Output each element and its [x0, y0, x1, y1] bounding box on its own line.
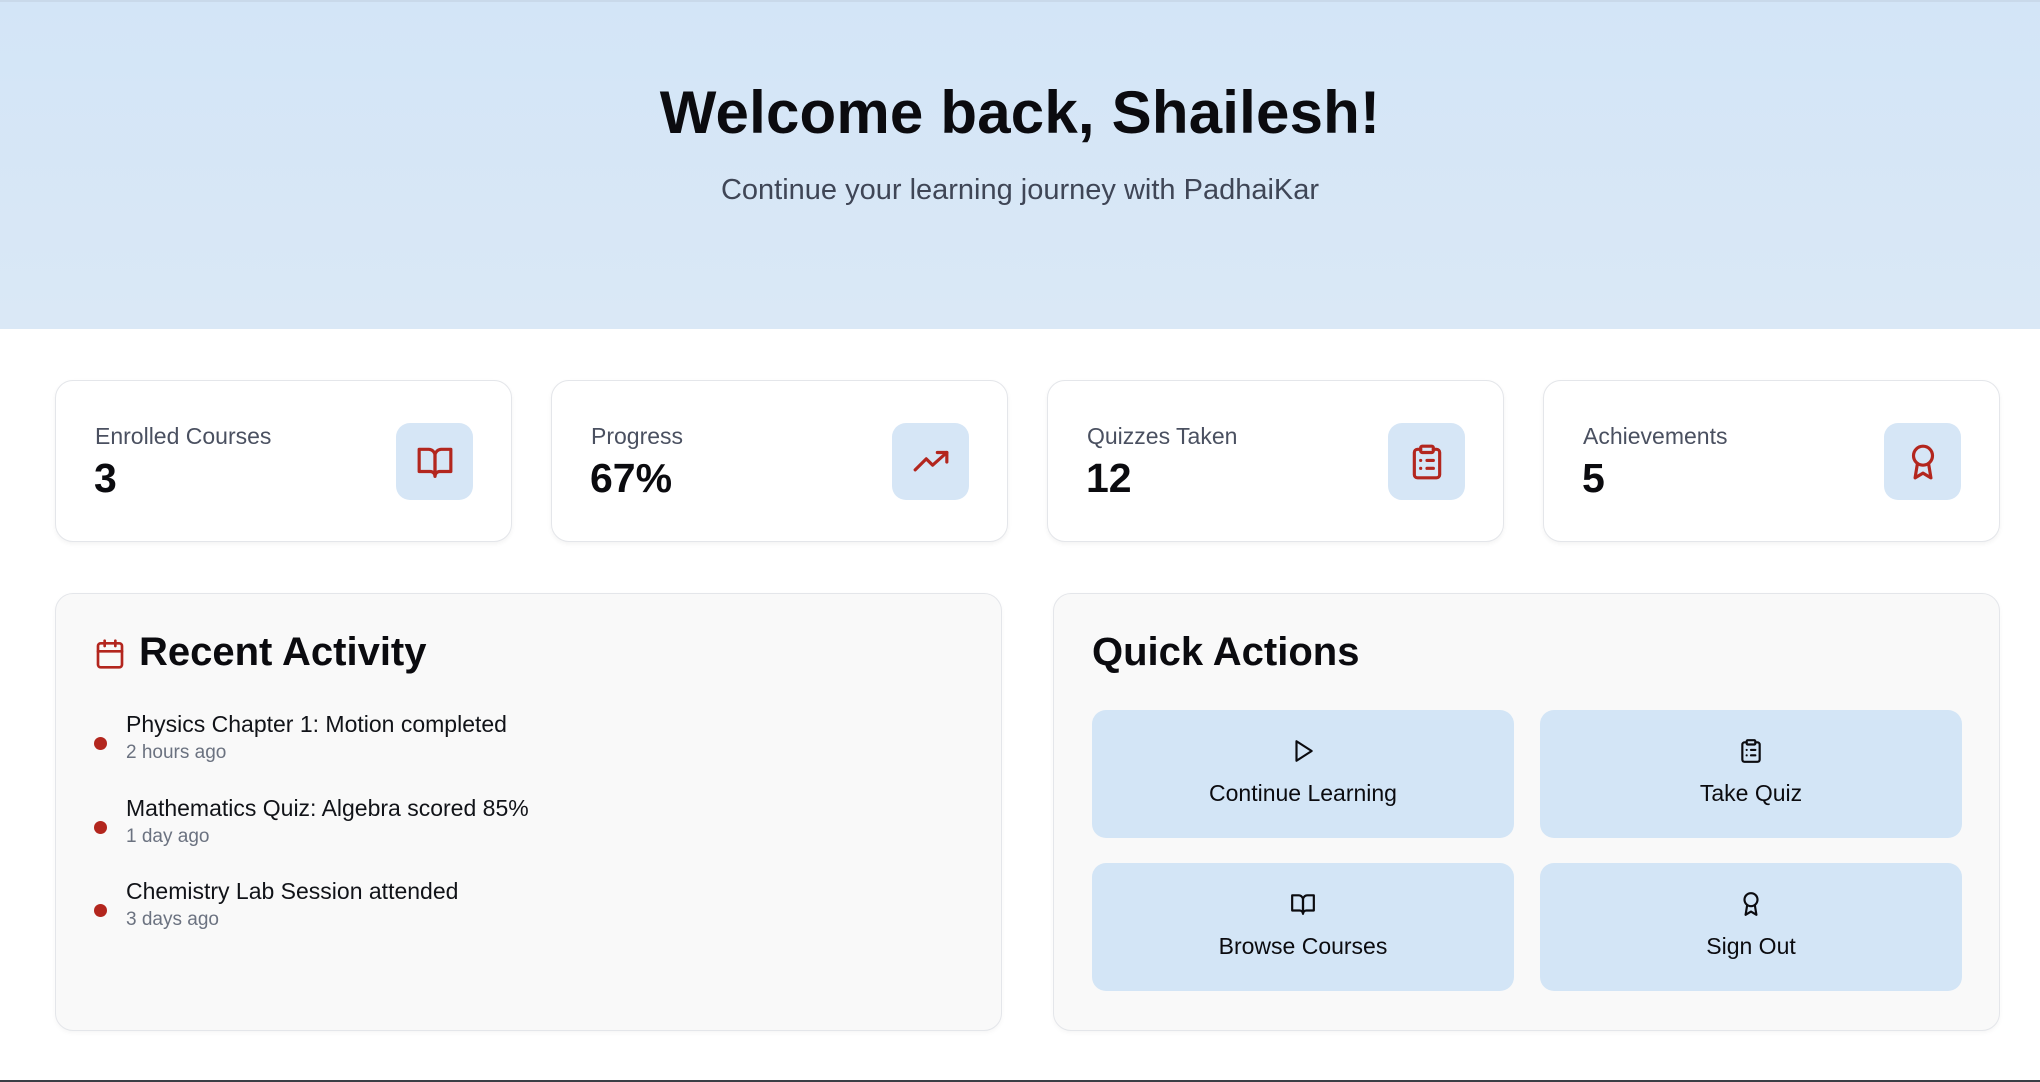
stat-label: Enrolled Courses	[95, 423, 272, 449]
activity-time: 2 hours ago	[126, 742, 227, 763]
activity-dot	[94, 737, 107, 750]
clipboard-list-icon	[1738, 736, 1764, 766]
activity-time: 1 day ago	[126, 826, 210, 847]
activity-dot	[94, 904, 107, 917]
browse-courses-label: Browse Courses	[1218, 933, 1388, 959]
sign-out-button[interactable]: Sign Out	[1540, 863, 1962, 991]
clipboard-list-icon	[1388, 423, 1465, 500]
welcome-subtitle: Continue your learning journey with Padh…	[720, 174, 1320, 206]
stat-label: Achievements	[1583, 423, 1728, 449]
stat-card-enrolled-courses: Enrolled Courses 3	[55, 380, 512, 542]
award-icon	[1884, 423, 1961, 500]
welcome-title: Welcome back, Shailesh!	[659, 79, 1381, 146]
stat-card-achievements: Achievements 5	[1543, 380, 2000, 542]
book-open-icon	[396, 423, 473, 500]
stat-card-progress: Progress 67%	[551, 380, 1008, 542]
take-quiz-label: Take Quiz	[1699, 780, 1803, 806]
browse-courses-button[interactable]: Browse Courses	[1092, 863, 1514, 991]
activity-text: Physics Chapter 1: Motion completed	[126, 711, 507, 737]
calendar-icon	[94, 638, 126, 675]
stat-label: Progress	[591, 423, 684, 449]
quick-actions-title: Quick Actions	[1092, 630, 1360, 674]
stat-value: 67%	[590, 455, 673, 501]
welcome-hero: Welcome back, Shailesh! Continue your le…	[0, 2, 2040, 329]
stat-value: 3	[94, 455, 117, 501]
continue-learning-button[interactable]: Continue Learning	[1092, 710, 1514, 838]
take-quiz-button[interactable]: Take Quiz	[1540, 710, 1962, 838]
activity-text: Mathematics Quiz: Algebra scored 85%	[126, 795, 529, 821]
activity-dot	[94, 821, 107, 834]
award-icon	[1738, 889, 1764, 919]
stat-card-quizzes-taken: Quizzes Taken 12	[1047, 380, 1504, 542]
book-open-icon	[1290, 889, 1316, 919]
recent-activity-title: Recent Activity	[139, 630, 427, 674]
stat-value: 5	[1582, 455, 1605, 501]
quick-actions-panel: Quick Actions Continue Learning Take Qui…	[1053, 593, 2000, 1031]
recent-activity-panel: Recent Activity Physics Chapter 1: Motio…	[55, 593, 1002, 1031]
activity-time: 3 days ago	[126, 909, 219, 930]
trending-up-icon	[892, 423, 969, 500]
sign-out-label: Sign Out	[1706, 933, 1796, 959]
dashboard-page: Welcome back, Shailesh! Continue your le…	[0, 0, 2040, 1082]
continue-learning-label: Continue Learning	[1209, 780, 1397, 806]
stat-label: Quizzes Taken	[1087, 423, 1238, 449]
play-icon	[1290, 736, 1316, 766]
activity-text: Chemistry Lab Session attended	[126, 878, 459, 904]
stat-value: 12	[1086, 455, 1132, 501]
